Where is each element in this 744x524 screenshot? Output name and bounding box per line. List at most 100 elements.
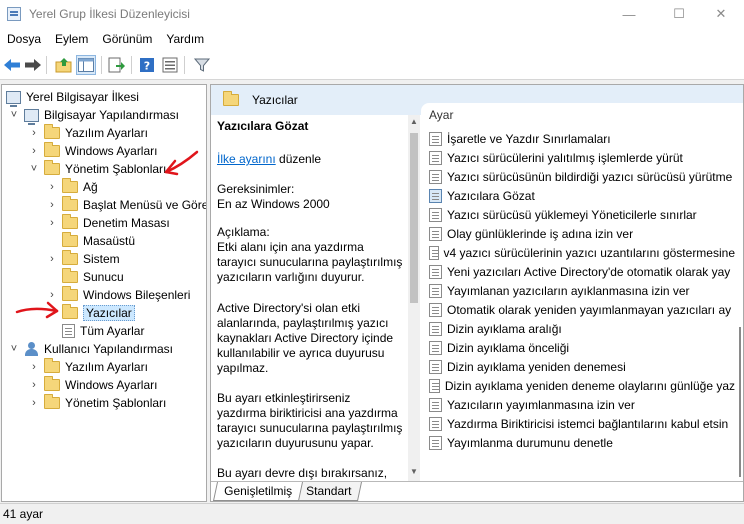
tree-item-user-admin-templates[interactable]: › Yönetim Şablonları <box>28 394 166 412</box>
folder-icon <box>62 286 78 301</box>
list-item[interactable]: v4 yazıcı sürücülerinin yazıcı uzantılar… <box>421 243 735 262</box>
list-item[interactable]: Olay günlüklerinde iş adına izin ver <box>421 224 735 243</box>
policy-setting-icon <box>429 150 442 165</box>
tree-item-user-software-settings[interactable]: › Yazılım Ayarları <box>28 358 148 376</box>
policy-setting-icon <box>429 188 442 203</box>
tab-standard[interactable]: Standart <box>294 482 363 501</box>
folder-icon <box>62 304 78 319</box>
computer-icon <box>24 108 39 125</box>
export-list-icon[interactable] <box>107 55 127 75</box>
tree-item-windows-settings[interactable]: › Windows Ayarları <box>28 142 157 160</box>
tree-item-server[interactable]: Sunucu <box>46 268 124 286</box>
folder-icon <box>44 124 60 139</box>
list-item[interactable]: Dizin ayıklama yeniden denemesi <box>421 357 735 376</box>
list-item[interactable]: Dizin ayıklama aralığı <box>421 319 735 338</box>
chevron-right-icon[interactable]: › <box>28 397 40 409</box>
status-text: 41 ayar <box>3 507 44 521</box>
back-arrow-icon[interactable] <box>2 55 22 75</box>
minimize-button[interactable]: — <box>606 0 652 28</box>
chevron-right-icon[interactable]: › <box>46 217 58 229</box>
tree-item-windows-components[interactable]: › Windows Bileşenleri <box>46 286 190 304</box>
tree-item-local-policy[interactable]: Yerel Bilgisayar İlkesi <box>6 88 139 107</box>
up-folder-icon[interactable] <box>54 55 74 75</box>
description-scrollbar[interactable]: ▲ ▼ <box>408 115 420 481</box>
maximize-button[interactable]: ☐ <box>656 0 702 28</box>
policy-setting-icon <box>429 435 442 450</box>
tree-item-desktop[interactable]: Masaüstü <box>46 232 135 250</box>
filter-icon[interactable] <box>192 55 212 75</box>
list-item[interactable]: Yeni yazıcıları Active Directory'de otom… <box>421 262 735 281</box>
list-item[interactable]: Yazdırma Biriktiricisi istemci bağlantıl… <box>421 414 735 433</box>
policy-setting-icon <box>429 131 442 146</box>
description-scroll-thumb[interactable] <box>410 133 418 303</box>
list-item[interactable]: Dizin ayıklama önceliği <box>421 338 735 357</box>
close-button[interactable]: ✕ <box>698 0 744 28</box>
folder-icon <box>44 394 60 409</box>
tree-item-system[interactable]: › Sistem <box>46 250 120 268</box>
chevron-right-icon[interactable]: › <box>46 253 58 265</box>
properties-icon[interactable] <box>160 55 180 75</box>
list-item[interactable]: Yazıcı sürücülerini yalıtılmış işlemlerd… <box>421 148 735 167</box>
menu-yardim[interactable]: Yardım <box>159 28 211 50</box>
tree-item-printers[interactable]: Yazıcılar <box>46 304 135 322</box>
all-settings-icon <box>62 324 75 338</box>
settings-list-scrollbar[interactable] <box>735 127 743 481</box>
help-icon[interactable]: ? <box>137 55 157 75</box>
scroll-down-icon[interactable]: ▼ <box>408 467 420 476</box>
tree-item-user-config[interactable]: ˅ Kullanıcı Yapılandırması <box>8 340 173 358</box>
forward-arrow-icon[interactable] <box>23 55 43 75</box>
chevron-right-icon[interactable]: › <box>28 127 40 139</box>
folder-icon <box>62 250 78 265</box>
folder-icon <box>223 91 239 106</box>
tab-extended[interactable]: Genişletilmiş <box>212 482 304 501</box>
list-item[interactable]: Otomatik olarak yeniden yayımlanmayan ya… <box>421 300 735 319</box>
tree-item-admin-templates[interactable]: ˅ Yönetim Şablonları <box>28 160 166 178</box>
chevron-down-icon[interactable]: ˅ <box>28 163 40 175</box>
chevron-right-icon[interactable]: › <box>46 289 58 301</box>
title-bar: Yerel Grup İlkesi Düzenleyicisi — ☐ ✕ <box>0 0 744 28</box>
chevron-right-icon[interactable]: › <box>28 145 40 157</box>
show-hide-tree-icon[interactable] <box>76 55 96 75</box>
tree-item-user-windows-settings[interactable]: › Windows Ayarları <box>28 376 157 394</box>
column-header-setting[interactable]: Ayar <box>421 103 743 127</box>
list-item[interactable]: Yazıcılara Gözat <box>421 186 735 205</box>
folder-icon <box>62 268 78 283</box>
requirements-value: En az Windows 2000 <box>217 197 330 211</box>
folder-icon <box>62 232 78 247</box>
menu-dosya[interactable]: Dosya <box>0 28 48 50</box>
chevron-right-icon[interactable]: › <box>46 199 58 211</box>
app-icon <box>7 7 21 21</box>
chevron-right-icon[interactable]: › <box>28 379 40 391</box>
description-para-2: Active Directory'si olan etki alanlarınd… <box>217 301 394 375</box>
policy-setting-icon <box>429 359 442 374</box>
list-item[interactable]: Yayımlanma durumunu denetle <box>421 433 735 452</box>
chevron-right-icon[interactable]: › <box>28 361 40 373</box>
tree-item-computer-config[interactable]: ˅ Bilgisayar Yapılandırması <box>8 106 179 125</box>
tree-item-network[interactable]: › Ağ <box>46 178 98 196</box>
list-item[interactable]: Yazıcı sürücüsü yüklemeyi Yöneticilerle … <box>421 205 735 224</box>
menu-bar: Dosya Eylem Görünüm Yardım <box>0 28 744 50</box>
list-item[interactable]: Yazıcıların yayımlanmasına izin ver <box>421 395 735 414</box>
tree-item-software-settings[interactable]: › Yazılım Ayarları <box>28 124 148 142</box>
folder-icon <box>44 358 60 373</box>
tree-item-all-settings[interactable]: Tüm Ayarlar <box>46 322 144 340</box>
menu-gorunum[interactable]: Görünüm <box>95 28 159 50</box>
chevron-down-icon[interactable]: ˅ <box>8 109 20 121</box>
list-item[interactable]: Yazıcı sürücüsünün bildirdiği yazıcı sür… <box>421 167 735 186</box>
edit-policy-link[interactable]: İlke ayarını <box>217 152 276 166</box>
folder-icon <box>44 142 60 157</box>
folder-icon <box>62 178 78 193</box>
list-item[interactable]: İşaretle ve Yazdır Sınırlamaları <box>421 129 735 148</box>
tree-item-start-menu[interactable]: › Başlat Menüsü ve Görev <box>46 196 206 214</box>
settings-list-scroll-thumb[interactable] <box>739 327 741 477</box>
folder-icon <box>62 196 78 211</box>
edit-policy-suffix: düzenle <box>275 152 322 166</box>
folder-icon <box>62 214 78 229</box>
menu-eylem[interactable]: Eylem <box>48 28 95 50</box>
chevron-down-icon[interactable]: ˅ <box>8 343 20 355</box>
scroll-up-icon[interactable]: ▲ <box>408 117 420 126</box>
tree-item-control-panel[interactable]: › Denetim Masası <box>46 214 170 232</box>
list-item[interactable]: Dizin ayıklama yeniden deneme olaylarını… <box>421 376 735 395</box>
chevron-right-icon[interactable]: › <box>46 181 58 193</box>
list-item[interactable]: Yayımlanan yazıcıların ayıklanmasına izi… <box>421 281 735 300</box>
